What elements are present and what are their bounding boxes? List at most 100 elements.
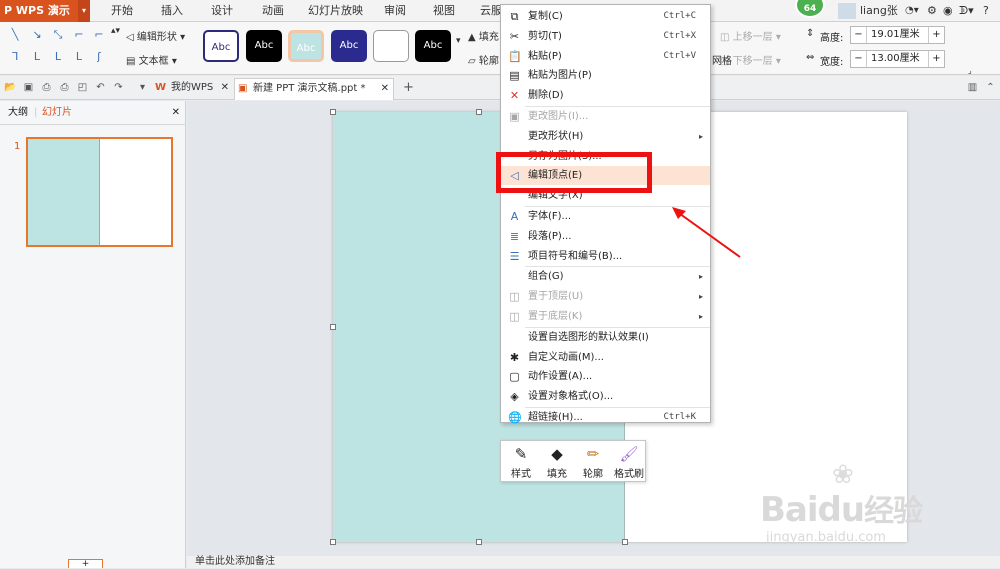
- line-shape-icon[interactable]: ╲: [6, 26, 24, 44]
- dialog-launcher-icon[interactable]: ⌟: [968, 66, 972, 75]
- style-preset-5[interactable]: [373, 30, 409, 62]
- minus-icon[interactable]: −: [851, 27, 867, 43]
- context-menu-item[interactable]: 更改形状(H) ▸: [501, 127, 710, 146]
- collapse-ribbon-icon[interactable]: ⌃: [984, 81, 997, 94]
- close-panel-icon[interactable]: ✕: [172, 101, 180, 125]
- tab-slides[interactable]: 幻灯片: [42, 101, 72, 125]
- customize-icon[interactable]: ▾: [136, 81, 149, 94]
- curved-double-arrow-icon[interactable]: ᒪ: [70, 48, 88, 66]
- save-icon[interactable]: ▣: [22, 81, 35, 94]
- feedback-icon[interactable]: ◉: [943, 0, 953, 22]
- width-stepper[interactable]: − 13.00厘米 +: [850, 50, 945, 68]
- resize-handle[interactable]: [330, 109, 336, 115]
- context-menu-item[interactable]: 组合(G) ▸: [501, 267, 710, 286]
- undo-icon[interactable]: ↶: [94, 81, 107, 94]
- style-preset-1[interactable]: Abc: [203, 30, 239, 62]
- curved-connector-icon[interactable]: ᒪ: [28, 48, 46, 66]
- context-menu-item[interactable]: ▢ 动作设置(A)...: [501, 367, 710, 386]
- context-menu-label: 更改图片(I)...: [528, 111, 589, 122]
- style-gallery-scroll-icon[interactable]: ▾: [456, 36, 461, 46]
- fill-button[interactable]: ▲ 填充: [468, 28, 499, 43]
- print-icon[interactable]: ⎙: [58, 81, 71, 94]
- menu-review[interactable]: 审阅: [384, 0, 406, 22]
- mini-toolbar-label: 填充: [547, 469, 567, 480]
- context-menu-item[interactable]: ⧉ 复制(C) Ctrl+C: [501, 7, 710, 26]
- redo-icon[interactable]: ↷: [112, 81, 125, 94]
- plus-icon[interactable]: +: [928, 51, 944, 67]
- open-folder-icon[interactable]: 📂: [4, 81, 17, 94]
- elbow-double-arrow-icon[interactable]: ᒣ: [6, 48, 24, 66]
- text-box-icon: ▤: [126, 56, 136, 67]
- height-value[interactable]: 19.01厘米: [871, 27, 920, 43]
- menu-insert[interactable]: 插入: [161, 0, 183, 22]
- menu-animation[interactable]: 动画: [262, 0, 284, 22]
- outline-pen-button[interactable]: ✏ 轮廓: [575, 443, 611, 481]
- outline-button[interactable]: ▱ 轮廓: [468, 52, 499, 67]
- width-value[interactable]: 13.00厘米: [871, 51, 920, 67]
- height-stepper[interactable]: − 19.01厘米 +: [850, 26, 945, 44]
- elbow-connector-icon[interactable]: ⌐: [70, 26, 88, 44]
- menu-slideshow[interactable]: 幻灯片放映: [308, 0, 363, 22]
- export-pdf-icon[interactable]: ⎙: [40, 81, 53, 94]
- chevron-down-icon[interactable]: ▾: [78, 0, 90, 22]
- curved-arrow-icon[interactable]: ᒪ: [49, 48, 67, 66]
- gallery-scroll-icon[interactable]: ▴▾: [111, 26, 120, 36]
- style-brush-button[interactable]: ✎ 样式: [503, 443, 539, 481]
- new-slide-button[interactable]: +: [68, 559, 103, 569]
- mini-toolbar-label: 轮廓: [583, 469, 603, 480]
- tab-outline[interactable]: 大纲: [8, 101, 28, 125]
- context-menu-label: 项目符号和编号(B)...: [528, 250, 623, 262]
- context-menu-item[interactable]: 🌐 超链接(H)... Ctrl+K: [501, 408, 710, 427]
- context-menu-item[interactable]: ◈ 设置对象格式(O)...: [501, 387, 710, 406]
- context-menu-item[interactable]: ✕ 删除(D): [501, 86, 710, 105]
- style-preset-4[interactable]: Abc: [331, 30, 367, 62]
- text-box-button[interactable]: ▤ 文本框 ▾: [126, 52, 177, 67]
- comment-icon[interactable]: ▥: [966, 81, 979, 94]
- style-preset-3[interactable]: Abc: [288, 30, 324, 62]
- context-menu-item[interactable]: ✂ 剪切(T) Ctrl+X: [501, 27, 710, 46]
- grid-button[interactable]: 网格: [712, 52, 732, 67]
- style-preset-2[interactable]: Abc: [246, 30, 282, 62]
- double-arrow-shape-icon[interactable]: ⤡: [49, 26, 67, 44]
- slide-thumbnail[interactable]: [26, 137, 173, 247]
- close-icon[interactable]: ✕: [381, 79, 389, 99]
- context-menu-item[interactable]: ▤ 粘贴为图片(P): [501, 66, 710, 85]
- resize-handle[interactable]: [476, 539, 482, 545]
- plus-icon[interactable]: +: [928, 27, 944, 43]
- format-painter-button[interactable]: 🖌 格式刷: [611, 443, 647, 481]
- fill-bucket-button[interactable]: ◆ 填充: [539, 443, 575, 481]
- close-icon[interactable]: ✕: [221, 78, 229, 98]
- help-icon[interactable]: ?: [983, 0, 989, 22]
- resize-handle[interactable]: [330, 324, 336, 330]
- bring-forward-button[interactable]: ◫ 上移一层 ▾: [720, 28, 781, 43]
- resize-handle[interactable]: [330, 539, 336, 545]
- resize-handle[interactable]: [622, 539, 628, 545]
- app-menu-button[interactable]: P WPS 演示 ▾: [0, 0, 90, 22]
- tab-document[interactable]: ▣ 新建 PPT 演示文稿.ppt * ✕: [234, 78, 394, 100]
- context-menu-item[interactable]: ✱ 自定义动画(M)...: [501, 348, 710, 367]
- context-menu-item[interactable]: 设置自选图形的默认效果(I): [501, 328, 710, 347]
- elbow-arrow-icon[interactable]: ⌐: [90, 26, 108, 44]
- skin-icon[interactable]: ᗫ▾: [959, 0, 974, 22]
- tab-my-wps[interactable]: W 我的WPS ✕: [153, 78, 233, 100]
- print-preview-icon[interactable]: ◰: [76, 81, 89, 94]
- minus-icon[interactable]: −: [851, 51, 867, 67]
- arrow-shape-icon[interactable]: ↘: [28, 26, 46, 44]
- avatar[interactable]: [838, 3, 856, 19]
- menu-view[interactable]: 视图: [433, 0, 455, 22]
- user-name[interactable]: liang张: [860, 0, 898, 22]
- menu-design[interactable]: 设计: [211, 0, 233, 22]
- clock-icon[interactable]: ◔▾: [905, 0, 919, 22]
- freeform-icon[interactable]: ʃ: [90, 48, 108, 66]
- new-tab-icon[interactable]: +: [402, 81, 415, 94]
- custom-animation-icon: ✱: [509, 350, 520, 364]
- menu-home[interactable]: 开始: [111, 0, 133, 22]
- context-menu-item[interactable]: 📋 粘贴(P) Ctrl+V: [501, 47, 710, 66]
- menu-cloud[interactable]: 云服: [480, 0, 502, 22]
- outline-pen-icon: ✏: [586, 445, 600, 463]
- resize-handle[interactable]: [476, 109, 482, 115]
- edit-shape-button[interactable]: ◁ 编辑形状 ▾: [126, 28, 185, 43]
- context-menu-label: 组合(G): [528, 271, 564, 283]
- style-preset-6[interactable]: Abc: [415, 30, 451, 62]
- gear-icon[interactable]: ⚙: [927, 0, 937, 22]
